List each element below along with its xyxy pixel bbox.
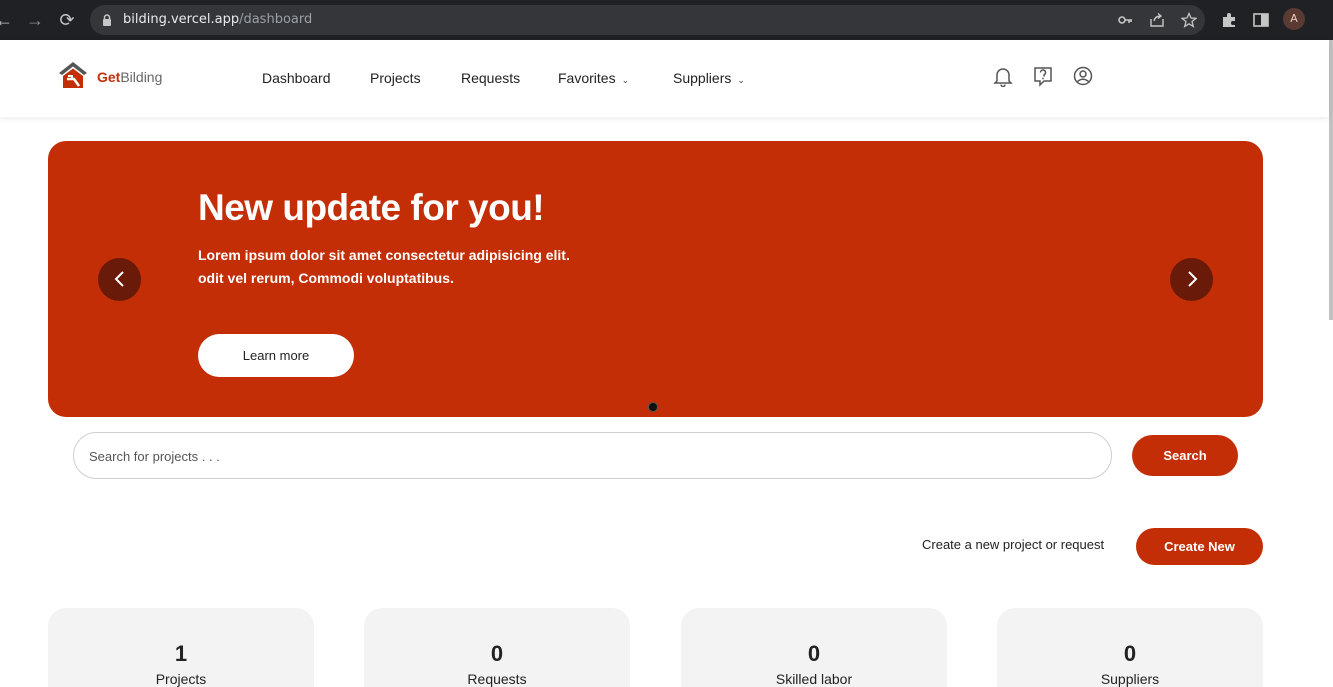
- nav-dashboard[interactable]: Dashboard: [262, 70, 331, 86]
- stat-card-skilled-labor[interactable]: 0 Skilled labor: [681, 608, 947, 687]
- user-icon[interactable]: [1072, 65, 1094, 87]
- app-header: GetBilding Dashboard Projects Requests F…: [0, 40, 1329, 117]
- profile-avatar[interactable]: A: [1283, 8, 1305, 30]
- bookmark-star-icon[interactable]: [1181, 12, 1197, 28]
- chevron-down-icon: ⌄: [621, 75, 630, 85]
- banner-title: New update for you!: [198, 187, 545, 228]
- nav-suppliers[interactable]: Suppliers ⌄: [673, 70, 745, 86]
- scrollbar[interactable]: [1329, 40, 1333, 320]
- nav-projects[interactable]: Projects: [370, 70, 421, 86]
- help-icon[interactable]: [1032, 65, 1054, 87]
- stat-value: 0: [807, 641, 821, 666]
- address-bar[interactable]: bilding.vercel.app/dashboard: [90, 5, 1205, 35]
- search-input[interactable]: [89, 445, 1089, 467]
- chevron-left-icon: [114, 271, 124, 287]
- learn-more-button[interactable]: Learn more: [198, 334, 354, 377]
- url-text: bilding.vercel.app/dashboard: [123, 12, 313, 27]
- nav-requests[interactable]: Requests: [461, 70, 520, 86]
- forward-icon[interactable]: →: [23, 8, 47, 32]
- carousel-indicator[interactable]: [648, 402, 658, 412]
- bell-icon[interactable]: [992, 65, 1014, 87]
- reload-icon[interactable]: ⟳: [55, 8, 79, 32]
- lock-icon: [103, 14, 111, 26]
- logo-icon[interactable]: [57, 59, 89, 91]
- search-field[interactable]: [73, 432, 1112, 479]
- stat-value: 0: [490, 641, 504, 666]
- extensions-icon[interactable]: [1220, 11, 1238, 29]
- stat-card-projects[interactable]: 1 Projects: [48, 608, 314, 687]
- search-button[interactable]: Search: [1132, 435, 1238, 476]
- stat-label: Suppliers: [1100, 671, 1160, 687]
- carousel-next-button[interactable]: [1170, 258, 1213, 301]
- key-icon[interactable]: [1117, 12, 1133, 28]
- create-new-button[interactable]: Create New: [1136, 528, 1263, 565]
- browser-toolbar: ← → ⟳ bilding.vercel.app/dashboard A: [0, 0, 1333, 40]
- stat-label: Skilled labor: [775, 671, 853, 687]
- carousel-prev-button[interactable]: [98, 258, 141, 301]
- stat-label: Requests: [467, 671, 527, 687]
- stat-card-requests[interactable]: 0 Requests: [364, 608, 630, 687]
- nav-favorites[interactable]: Favorites ⌄: [558, 70, 629, 86]
- stat-value: 0: [1123, 641, 1137, 666]
- promo-banner: New update for you! Lorem ipsum dolor si…: [48, 141, 1263, 417]
- side-panel-icon[interactable]: [1252, 11, 1270, 29]
- stat-label: Projects: [155, 671, 207, 687]
- banner-text: Lorem ipsum dolor sit amet consectetur a…: [198, 247, 570, 286]
- stat-value: 1: [174, 641, 188, 666]
- share-icon[interactable]: [1149, 12, 1165, 28]
- back-icon[interactable]: ←: [0, 8, 16, 32]
- brand-name[interactable]: GetBilding: [97, 69, 162, 85]
- stat-card-suppliers[interactable]: 0 Suppliers: [997, 608, 1263, 687]
- chevron-right-icon: [1188, 271, 1198, 287]
- create-label: Create a new project or request: [922, 537, 1105, 552]
- chevron-down-icon: ⌄: [737, 75, 745, 85]
